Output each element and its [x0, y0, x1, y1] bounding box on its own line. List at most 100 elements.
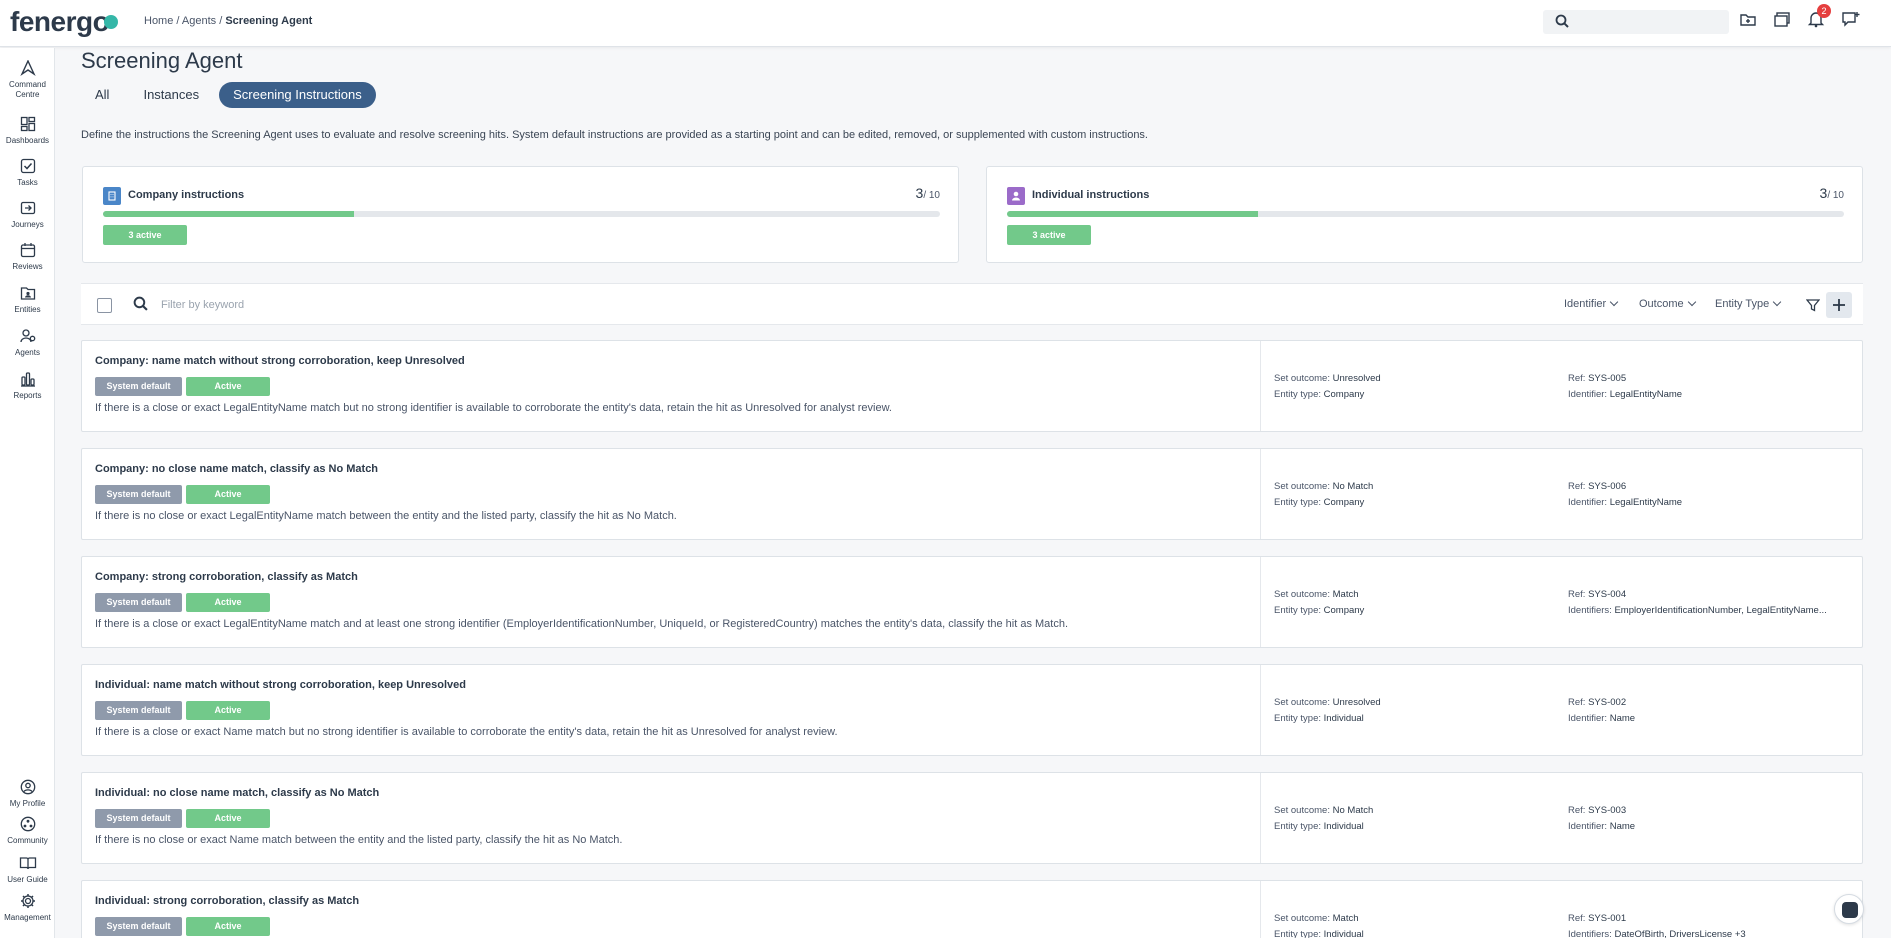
sidebar-item-label: Entities — [14, 305, 41, 314]
identifier-dropdown[interactable]: Identifier — [1564, 297, 1619, 310]
set-outcome-value: Match — [1332, 589, 1359, 600]
book-icon — [19, 857, 36, 870]
ref-label: Ref: — [1568, 589, 1586, 600]
breadcrumb-current: Screening Agent — [225, 15, 313, 27]
sidebar-item-label: Reports — [13, 391, 42, 400]
sidebar-item-entities[interactable]: Entities — [0, 285, 55, 315]
bell-icon[interactable]: 2 — [1807, 4, 1831, 32]
ref-label: Ref: — [1568, 697, 1586, 708]
sidebar-item-dashboards[interactable]: Dashboards — [0, 116, 55, 146]
instruction-row[interactable]: Company: strong corroboration, classify … — [81, 556, 1863, 648]
filter-funnel-icon[interactable] — [1805, 298, 1821, 317]
keyword-filter-input[interactable] — [161, 296, 461, 314]
identifier-value: EmployerIdentificationNumber, LegalEntit… — [1614, 605, 1827, 616]
sidebar-item-user-guide[interactable]: User Guide — [0, 855, 55, 885]
active-badge: Active — [186, 809, 270, 828]
notification-badge: 2 — [1817, 4, 1831, 18]
sidebar-item-community[interactable]: Community — [0, 816, 55, 846]
tab-screening-instructions[interactable]: Screening Instructions — [219, 82, 376, 108]
instruction-meta: Set outcome: Match Entity type: Individu… — [1260, 881, 1862, 938]
breadcrumb-agents[interactable]: Agents — [182, 15, 216, 27]
active-count-badge: 3 active — [1007, 225, 1091, 245]
instruction-badges: System default Active — [95, 701, 270, 720]
identifier: Identifier: Name — [1568, 821, 1635, 832]
tab-instances[interactable]: Instances — [129, 82, 213, 108]
top-icons: 2 — [1739, 4, 1861, 32]
identifier: Identifier: LegalEntityName — [1568, 497, 1682, 508]
add-folder-icon[interactable] — [1739, 10, 1759, 32]
sidebar-item-journeys[interactable]: Journeys — [0, 200, 55, 230]
journeys-icon — [20, 201, 35, 215]
sidebar-item-reports[interactable]: Reports — [0, 371, 55, 401]
identifier-label: Identifier: — [1568, 713, 1608, 724]
ref-label: Ref: — [1568, 913, 1586, 924]
ref: Ref: SYS-003 — [1568, 805, 1626, 816]
instruction-row[interactable]: Individual: no close name match, classif… — [81, 772, 1863, 864]
chevron-down-icon — [1772, 297, 1782, 307]
chevron-down-icon — [1609, 297, 1619, 307]
instruction-description: If there is a close or exact LegalEntity… — [95, 402, 892, 414]
fenergo-logo[interactable]: fenergo — [10, 6, 110, 38]
dashboards-icon — [20, 116, 35, 132]
person-icon — [1007, 187, 1025, 205]
identifier-value: Name — [1609, 821, 1636, 832]
global-search[interactable] — [1543, 10, 1729, 34]
breadcrumb-home[interactable]: Home — [144, 15, 173, 27]
instruction-row[interactable]: Company: name match without strong corro… — [81, 340, 1863, 432]
set-outcome-label: Set outcome: — [1274, 805, 1330, 816]
outcome-dropdown[interactable]: Outcome — [1639, 297, 1696, 310]
set-outcome: Set outcome: No Match — [1274, 481, 1373, 492]
progress-bar — [103, 211, 940, 217]
select-all-checkbox[interactable] — [97, 298, 112, 313]
profile-icon — [20, 779, 35, 795]
instruction-badges: System default Active — [95, 809, 270, 828]
set-outcome-label: Set outcome: — [1274, 589, 1330, 600]
instruction-row[interactable]: Individual: name match without strong co… — [81, 664, 1863, 756]
top-bar: fenergo Home / Agents / Screening Agent … — [0, 0, 1891, 47]
folders-icon[interactable] — [1773, 10, 1793, 32]
sidebar-item-management[interactable]: Management — [0, 893, 55, 923]
card-count: 3/ 10 — [1820, 185, 1844, 201]
instruction-meta: Set outcome: No Match Entity type: Compa… — [1260, 449, 1863, 539]
ref-label: Ref: — [1568, 481, 1586, 492]
sidebar-item-agents[interactable]: Agents — [0, 328, 55, 358]
entity-type: Entity type: Individual — [1274, 929, 1364, 938]
identifier-label: Identifier: — [1568, 821, 1608, 832]
instruction-meta: Set outcome: Match Entity type: Company … — [1260, 557, 1863, 647]
set-outcome-value: Unresolved — [1332, 697, 1381, 708]
entity-type: Entity type: Company — [1274, 497, 1364, 508]
instruction-row[interactable]: Company: no close name match, classify a… — [81, 448, 1863, 540]
sidebar-item-label: User Guide — [7, 875, 48, 884]
sidebar-item-label: Journeys — [11, 220, 44, 229]
sidebar-item-tasks[interactable]: Tasks — [0, 158, 55, 188]
add-instruction-button[interactable] — [1826, 292, 1852, 318]
sidebar-item-my-profile[interactable]: My Profile — [0, 779, 55, 809]
system-default-badge: System default — [95, 809, 182, 828]
identifier-value: Name — [1609, 713, 1636, 724]
plus-icon — [1833, 299, 1845, 311]
set-outcome: Set outcome: No Match — [1274, 805, 1373, 816]
ref-value: SYS-005 — [1588, 373, 1627, 384]
assistant-chat-button[interactable] — [1834, 894, 1864, 924]
breadcrumb-separator: / — [216, 15, 226, 27]
instruction-badges: System default Active — [95, 377, 270, 396]
instruction-row[interactable]: Individual: strong corroboration, classi… — [81, 880, 1863, 938]
instruction-description: If there is no close or exact LegalEntit… — [95, 510, 677, 522]
community-icon — [20, 816, 35, 832]
individual-instructions-card: Individual instructions 3/ 10 3 active — [986, 166, 1863, 263]
sidebar-item-reviews[interactable]: Reviews — [0, 242, 55, 272]
tab-all[interactable]: All — [81, 82, 123, 108]
set-outcome: Set outcome: Match — [1274, 913, 1359, 924]
logo-dot — [104, 15, 118, 29]
identifier: Identifier: LegalEntityName — [1568, 389, 1682, 400]
ref-value: SYS-001 — [1588, 913, 1627, 924]
sidebar-item-label: Command Centre — [9, 80, 46, 99]
ref: Ref: SYS-002 — [1568, 697, 1626, 708]
messages-icon[interactable] — [1841, 10, 1861, 32]
identifier-label: Identifiers: — [1568, 605, 1612, 616]
entity-type-dropdown[interactable]: Entity Type — [1715, 297, 1782, 310]
instruction-title: Individual: no close name match, classif… — [95, 787, 380, 799]
sidebar-item-label: Community — [7, 836, 48, 845]
tasks-icon — [20, 158, 35, 174]
sidebar-item-command-centre[interactable]: Command Centre — [0, 60, 55, 100]
